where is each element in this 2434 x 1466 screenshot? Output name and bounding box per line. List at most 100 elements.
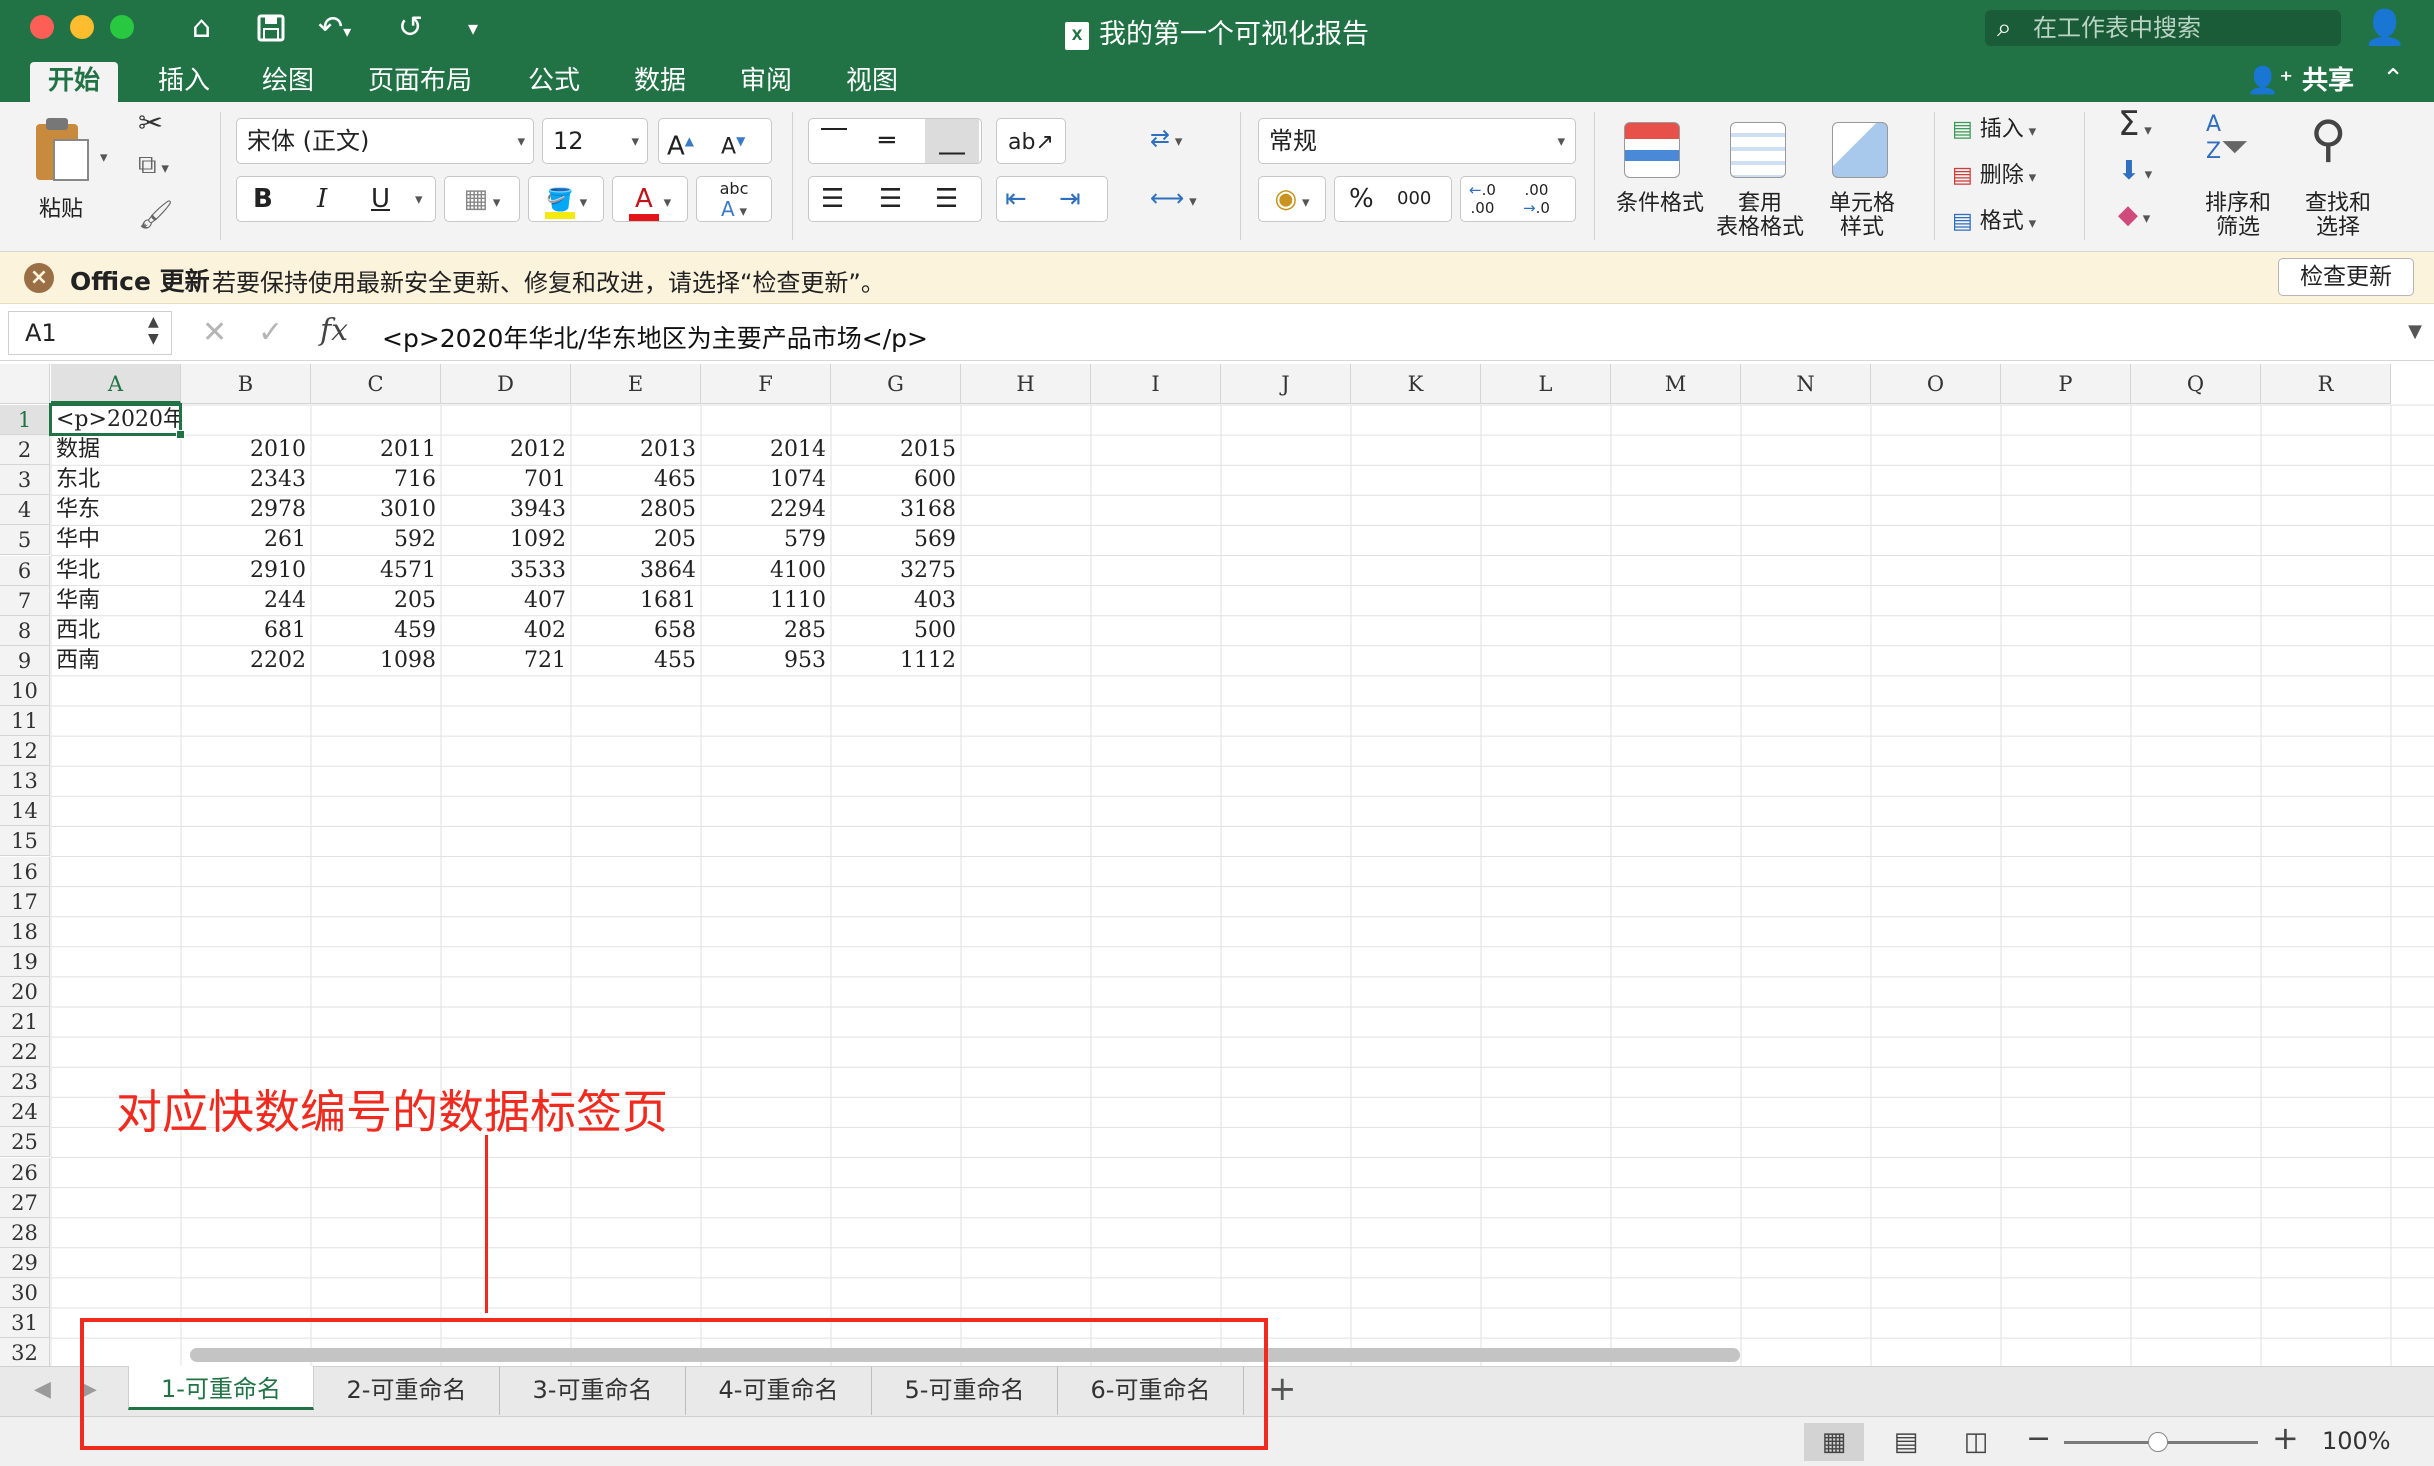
cell-F7[interactable]: 1110 (701, 587, 831, 615)
name-box-spinner-icon[interactable]: ▲ ▼ (148, 314, 159, 348)
cell-G4[interactable]: 3168 (831, 496, 961, 524)
find-select-button[interactable]: ⚲ 查找和 选择 (2290, 110, 2386, 240)
cell-A7[interactable]: 华南 (51, 587, 181, 615)
cut-icon[interactable]: ✂ (138, 106, 163, 141)
cell-D6[interactable]: 3533 (441, 557, 571, 585)
cell-E3[interactable]: 465 (571, 466, 701, 494)
autosum-icon[interactable]: Σ ▾ (2118, 104, 2152, 144)
cell-F4[interactable]: 2294 (701, 496, 831, 524)
cell-A9[interactable]: 西南 (51, 647, 181, 675)
cell-D8[interactable]: 402 (441, 617, 571, 645)
phonetic-button[interactable]: abc A ▾ (696, 176, 772, 222)
cell-G9[interactable]: 1112 (831, 647, 961, 675)
wrap-text-icon[interactable]: ⇄ ▾ (1150, 124, 1182, 152)
page-layout-view-icon[interactable]: ▤ (1876, 1423, 1936, 1461)
add-sheet-button[interactable]: + (1268, 1369, 1297, 1409)
zoom-slider-thumb[interactable] (2148, 1432, 2168, 1452)
confirm-entry-icon[interactable]: ✓ (258, 315, 283, 350)
cell-G5[interactable]: 569 (831, 526, 961, 554)
sort-filter-button[interactable]: A Z⏷ 排序和 筛选 (2190, 110, 2286, 240)
insert-cells-button[interactable]: ▤ 插入 ▾ (1952, 110, 2036, 151)
number-format-select[interactable]: 常规 ▾ (1258, 118, 1576, 164)
cell-A6[interactable]: 华北 (51, 557, 181, 585)
cancel-entry-icon[interactable]: ✕ (202, 315, 227, 350)
cell-D4[interactable]: 3943 (441, 496, 571, 524)
cell-F8[interactable]: 285 (701, 617, 831, 645)
cell-D9[interactable]: 721 (441, 647, 571, 675)
tab-insert[interactable]: 插入 (140, 62, 228, 102)
cell-styles-button[interactable]: 单元格 样式 (1812, 110, 1912, 240)
tab-review[interactable]: 审阅 (722, 62, 810, 102)
cell-C5[interactable]: 592 (311, 526, 441, 554)
thousands-button[interactable]: 000 (1397, 177, 1431, 221)
clear-icon[interactable]: ◆ ▾ (2118, 200, 2150, 230)
fill-color-button[interactable]: 🪣 ▾ (528, 176, 604, 222)
align-right-icon[interactable]: ☰ (935, 177, 958, 221)
cell-C3[interactable]: 716 (311, 466, 441, 494)
insert-function-icon[interactable]: fx (320, 313, 348, 348)
formula-input[interactable]: <p>2020年华北/华东地区为主要产品市场</p> (382, 319, 928, 355)
paste-button[interactable]: ▾ 粘贴 (26, 112, 116, 242)
increase-decimal-button[interactable]: ←.0.00 (1469, 181, 1496, 217)
font-color-button[interactable]: A ▾ (612, 176, 688, 222)
align-left-icon[interactable]: ☰ (821, 177, 844, 221)
cell-G7[interactable]: 403 (831, 587, 961, 615)
cell-B9[interactable]: 2202 (181, 647, 311, 675)
cell-G8[interactable]: 500 (831, 617, 961, 645)
tab-draw[interactable]: 绘图 (244, 62, 332, 102)
cell-F2[interactable]: 2014 (701, 436, 831, 464)
tab-formulas[interactable]: 公式 (510, 62, 598, 102)
cell-C4[interactable]: 3010 (311, 496, 441, 524)
zoom-level[interactable]: 100% (2322, 1427, 2391, 1455)
cell-B5[interactable]: 261 (181, 526, 311, 554)
font-size-select[interactable]: 12 ▾ (542, 118, 648, 164)
cell-C2[interactable]: 2011 (311, 436, 441, 464)
cell-F5[interactable]: 579 (701, 526, 831, 554)
check-updates-button[interactable]: 检查更新 (2278, 258, 2414, 296)
cell-E9[interactable]: 455 (571, 647, 701, 675)
prev-sheet-icon[interactable]: ◀ (34, 1377, 51, 1402)
collapse-ribbon-icon[interactable]: ⌃ (2382, 64, 2404, 94)
cell-D5[interactable]: 1092 (441, 526, 571, 554)
underline-dropdown-icon[interactable]: ▾ (415, 177, 423, 221)
conditional-format-button[interactable]: 条件格式 (1610, 110, 1710, 240)
copy-icon[interactable]: ⧉ ▾ (138, 150, 169, 181)
cell-B2[interactable]: 2010 (181, 436, 311, 464)
borders-button[interactable]: ▦ ▾ (444, 176, 520, 222)
cell-C6[interactable]: 4571 (311, 557, 441, 585)
fill-handle[interactable] (176, 430, 185, 440)
cell-E6[interactable]: 3864 (571, 557, 701, 585)
cell-B6[interactable]: 2910 (181, 557, 311, 585)
cell-A3[interactable]: 东北 (51, 466, 181, 494)
normal-view-icon[interactable]: ▦ (1804, 1423, 1864, 1461)
cell-D7[interactable]: 407 (441, 587, 571, 615)
page-break-view-icon[interactable]: ◫ (1946, 1423, 2006, 1461)
cell-B7[interactable]: 244 (181, 587, 311, 615)
cell-G6[interactable]: 3275 (831, 557, 961, 585)
align-middle-icon[interactable]: ═ (879, 119, 895, 163)
tab-data[interactable]: 数据 (616, 62, 704, 102)
italic-button[interactable]: I (317, 177, 327, 221)
underline-button[interactable]: U (371, 177, 390, 221)
format-painter-icon[interactable]: 🖌 (138, 198, 174, 231)
cell-A5[interactable]: 华中 (51, 526, 181, 554)
tab-home[interactable]: 开始 (30, 62, 119, 102)
decrease-font-size-icon[interactable]: A▼ (721, 119, 745, 169)
cell-B3[interactable]: 2343 (181, 466, 311, 494)
cell-C9[interactable]: 1098 (311, 647, 441, 675)
sheet-search-input[interactable]: ⌕ 在工作表中搜索 (1985, 10, 2341, 46)
cell-E7[interactable]: 1681 (571, 587, 701, 615)
cell-F3[interactable]: 1074 (701, 466, 831, 494)
increase-font-size-icon[interactable]: A▲ (667, 119, 694, 169)
cell-F9[interactable]: 953 (701, 647, 831, 675)
cell-F6[interactable]: 4100 (701, 557, 831, 585)
cell-G3[interactable]: 600 (831, 466, 961, 494)
dismiss-notice-icon[interactable]: × (24, 263, 54, 293)
accounting-format-button[interactable]: ◉ ▾ (1258, 176, 1326, 222)
expand-formula-icon[interactable]: ▼ (2408, 321, 2422, 342)
cell-A2[interactable]: 数据 (51, 436, 181, 464)
fill-icon[interactable]: ⬇ ▾ (2118, 156, 2152, 186)
cell-D3[interactable]: 701 (441, 466, 571, 494)
increase-indent-icon[interactable]: ⇥ (1059, 177, 1081, 221)
cell-D2[interactable]: 2012 (441, 436, 571, 464)
